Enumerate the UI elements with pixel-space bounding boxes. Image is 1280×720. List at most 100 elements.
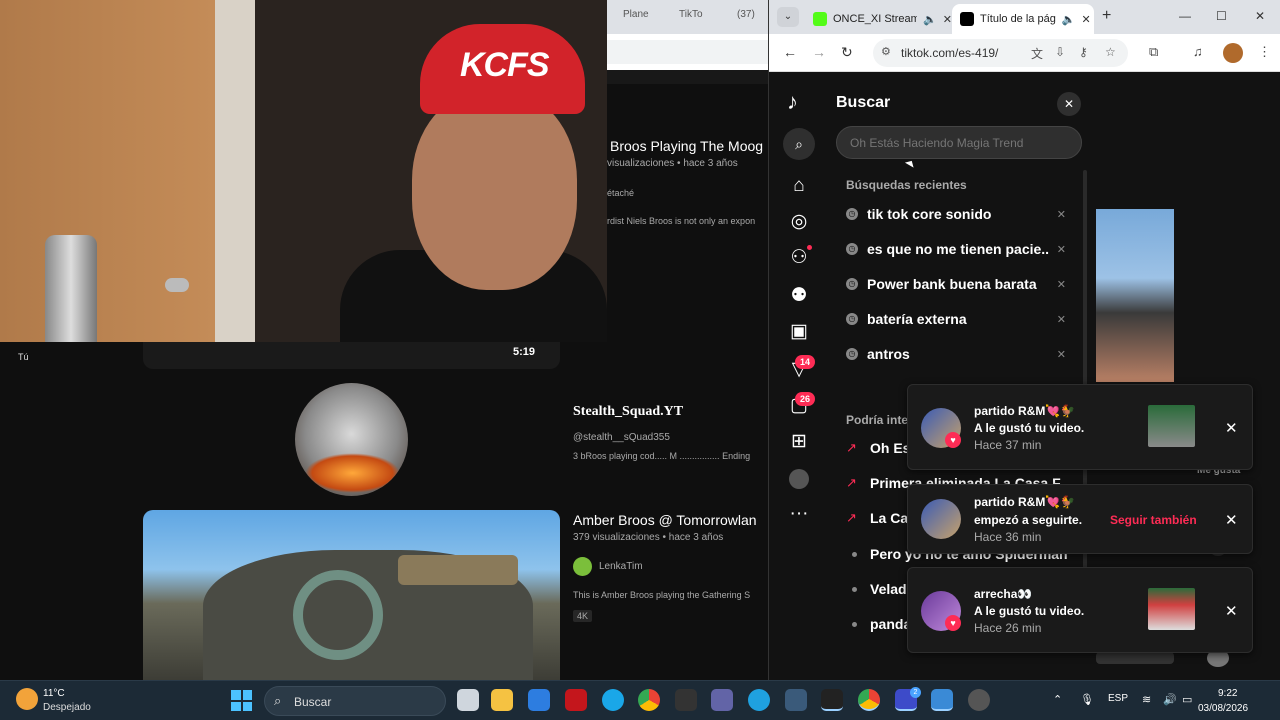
close-icon[interactable]: ✕ <box>1225 602 1238 620</box>
close-window-button[interactable]: ✕ <box>1255 9 1265 23</box>
back-icon[interactable]: ← <box>783 44 797 60</box>
translate-icon[interactable]: 文 <box>1031 45 1043 62</box>
remove-icon[interactable]: ✕ <box>1057 243 1066 256</box>
volume-icon[interactable]: 🔊 <box>1163 693 1177 706</box>
cortana-icon[interactable] <box>602 689 624 711</box>
notification-card[interactable]: partido R&M💘🐓 empezó a seguirte. Hace 36… <box>907 484 1253 554</box>
suggestion-item[interactable]: ↗ La Cas <box>846 508 916 528</box>
new-tab-button[interactable]: + <box>1102 7 1111 25</box>
remove-icon[interactable]: ✕ <box>1057 348 1066 361</box>
bg-tab-1[interactable]: Plane <box>623 9 649 20</box>
speaker-icon[interactable]: 🔈 <box>923 13 937 26</box>
recent-search-item[interactable]: ◷ tik tok core sonido ✕ <box>846 204 1066 224</box>
weather-desc[interactable]: Despejado <box>43 702 91 713</box>
search-input[interactable] <box>836 126 1082 159</box>
close-icon[interactable]: ✕ <box>943 13 952 26</box>
store-icon[interactable] <box>528 689 550 711</box>
obs-icon[interactable] <box>968 689 990 711</box>
app-b-icon[interactable] <box>675 689 697 711</box>
url-text[interactable]: tiktok.com/es-419/ <box>901 46 998 60</box>
tab-search-button[interactable]: ⌄ <box>777 7 799 27</box>
forward-icon[interactable]: → <box>812 44 826 60</box>
clock-time[interactable]: 9:22 <box>1218 688 1237 699</box>
heart-icon: ♥ <box>945 615 961 631</box>
media-icon[interactable]: ♫ <box>1193 44 1203 59</box>
chrome-window-icon[interactable] <box>858 689 880 711</box>
site-info-icon[interactable]: ⚙ <box>881 45 891 58</box>
edge-icon[interactable] <box>748 689 770 711</box>
weather-icon[interactable] <box>16 688 38 710</box>
close-icon[interactable]: ✕ <box>1082 13 1091 26</box>
start-button[interactable] <box>231 690 252 711</box>
profile-avatar[interactable] <box>789 469 809 489</box>
recent-search-item[interactable]: ◷ es que no me tienen pacie... ✕ <box>846 239 1066 259</box>
close-icon[interactable]: ✕ <box>1225 419 1238 437</box>
recent-search-item[interactable]: ◷ batería externa ✕ <box>846 309 1066 329</box>
close-icon[interactable]: ✕ <box>1057 92 1081 116</box>
channel-name[interactable]: Stealth_Squad.YT <box>573 404 683 420</box>
video-title[interactable]: Amber Broos @ Tomorrowlan <box>573 512 768 528</box>
channel-avatar[interactable] <box>295 383 408 496</box>
search-icon[interactable]: ⌕ <box>783 128 815 160</box>
mcafee-icon[interactable] <box>565 689 587 711</box>
channel-name[interactable]: LenkaTim <box>599 561 643 572</box>
video-title[interactable]: Broos Playing The Moog <box>610 138 768 154</box>
video-thumbnail-bottom[interactable] <box>143 342 560 369</box>
channel-icon[interactable] <box>573 557 592 576</box>
key-icon[interactable]: ⚷ <box>1079 45 1088 59</box>
remove-icon[interactable]: ✕ <box>1057 208 1066 221</box>
reload-icon[interactable]: ↻ <box>841 44 853 61</box>
clock-date[interactable]: 03/08/2026 <box>1198 703 1248 714</box>
recent-search-item[interactable]: ◷ antros ✕ <box>846 344 1066 364</box>
install-icon[interactable]: ⇩ <box>1055 45 1065 59</box>
chrome-icon[interactable] <box>638 689 660 711</box>
video-progress[interactable] <box>1096 652 1174 664</box>
star-icon[interactable]: ☆ <box>1105 45 1116 59</box>
suggestion-item[interactable]: ↗ Oh Est <box>846 438 915 458</box>
minimize-button[interactable]: — <box>1179 9 1191 23</box>
notification-card[interactable]: ♥ arrecha👀 A le gustó tu video. Hace 26 … <box>907 567 1253 653</box>
remove-icon[interactable]: ✕ <box>1057 313 1066 326</box>
tab-tiktok[interactable]: Título de la pág 🔈 ✕ <box>952 4 1094 34</box>
follow-back-button[interactable]: Seguir también <box>1110 513 1197 527</box>
app-icon[interactable] <box>785 689 807 711</box>
more-icon[interactable]: ··· <box>787 502 811 526</box>
paint-icon[interactable] <box>931 689 953 711</box>
weather-temp[interactable]: 11°C <box>43 688 65 699</box>
tiktok-logo-icon[interactable]: ♪ <box>787 89 798 115</box>
feed-video[interactable] <box>1096 209 1174 382</box>
taskbar-search[interactable]: ⌕ Buscar <box>264 686 446 716</box>
suggestion-item[interactable]: panda <box>846 614 911 634</box>
task-view-icon[interactable] <box>457 689 479 711</box>
close-icon[interactable]: ✕ <box>1225 511 1238 529</box>
video-thumbnail[interactable] <box>143 510 560 680</box>
capcut-icon[interactable] <box>821 689 843 711</box>
wifi-icon[interactable]: ≋ <box>1142 693 1151 706</box>
microphone-icon[interactable]: 🎙 <box>1080 693 1094 706</box>
suggestion-item[interactable]: Velada <box>846 579 914 599</box>
battery-icon[interactable]: ▭ <box>1182 693 1192 706</box>
menu-icon[interactable]: ⋮ <box>1258 44 1271 60</box>
bg-tab-3[interactable]: (37) <box>737 9 755 20</box>
speaker-icon[interactable]: 🔈 <box>1062 13 1076 26</box>
upload-icon[interactable]: ⊞ <box>787 430 811 454</box>
teams-icon[interactable] <box>711 689 733 711</box>
sidebar-item-you[interactable]: Tú <box>18 352 29 362</box>
recent-search-item[interactable]: ◷ Power bank buena barata ✕ <box>846 274 1066 294</box>
chevron-up-icon[interactable]: ⌃ <box>1053 693 1062 706</box>
home-icon[interactable]: ⌂ <box>787 174 811 198</box>
bg-tab-2[interactable]: TikTo <box>679 9 703 20</box>
notification-card[interactable]: ♥ partido R&M💘🐓 A le gustó tu video. Hac… <box>907 384 1253 470</box>
background-omnibox[interactable] <box>607 40 768 64</box>
friends-icon[interactable]: ⚉ <box>787 284 811 308</box>
file-explorer-icon[interactable] <box>491 689 513 711</box>
remove-icon[interactable]: ✕ <box>1057 278 1066 291</box>
explore-icon[interactable]: ◎ <box>787 210 811 234</box>
extensions-icon[interactable]: ⧉ <box>1149 44 1158 60</box>
maximize-button[interactable]: ☐ <box>1216 9 1227 23</box>
address-bar[interactable]: ⚙ tiktok.com/es-419/ 文 ⇩ ⚷ ☆ <box>873 39 1128 67</box>
profile-avatar[interactable] <box>1223 43 1243 63</box>
live-icon[interactable]: ▣ <box>787 320 811 344</box>
language-indicator[interactable]: ESP <box>1108 693 1128 704</box>
tab-once-xi[interactable]: ONCE_XI Stream 🔈 ✕ <box>805 4 952 34</box>
